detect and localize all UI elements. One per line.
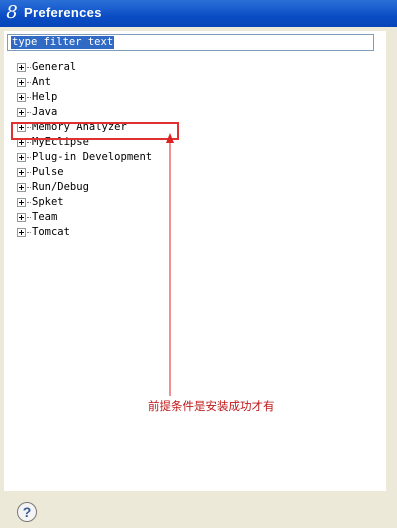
arrow-head [166, 133, 174, 143]
title-bar: 8 Preferences [0, 0, 397, 27]
dialog-client: type filter text General Ant Help Java M… [0, 27, 397, 528]
annotation-arrow [166, 133, 174, 396]
help-button[interactable]: ? [17, 502, 37, 522]
eclipse-8-icon: 8 [6, 2, 18, 23]
window-title: Preferences [24, 5, 102, 20]
help-icon: ? [22, 504, 32, 520]
annotation-note: 前提条件是安装成功才有 [148, 399, 275, 413]
